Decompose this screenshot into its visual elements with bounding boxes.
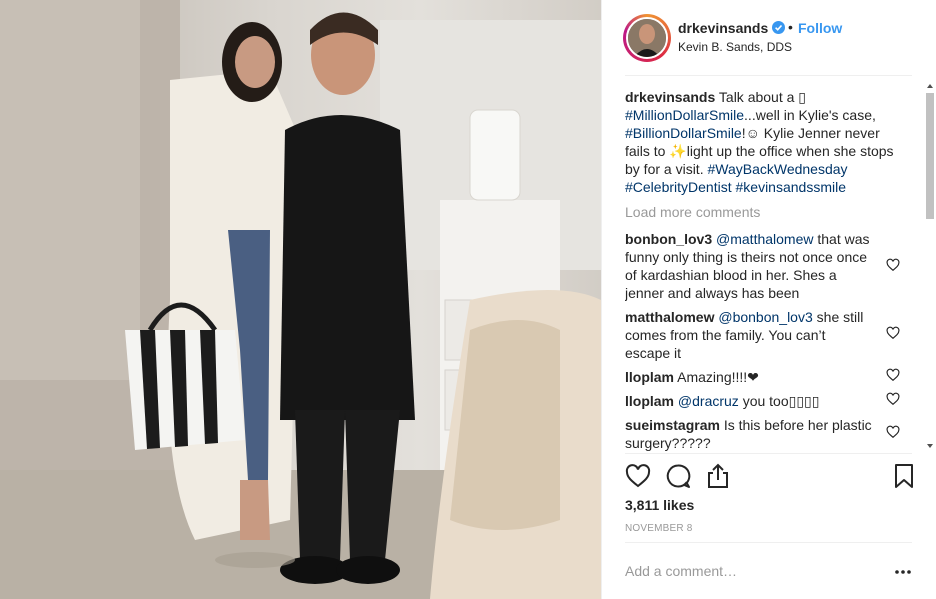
- scroll-up-arrow-icon[interactable]: [926, 82, 934, 90]
- more-options-icon[interactable]: [894, 565, 912, 579]
- hashtag-link[interactable]: #CelebrityDentist: [625, 179, 732, 195]
- comment-username[interactable]: bonbon_lov3: [625, 231, 712, 247]
- post-actions-bar: [624, 462, 916, 490]
- caption-username[interactable]: drkevinsands: [625, 89, 715, 105]
- comment-item: matthalomew @bonbon_lov3 she still comes…: [625, 308, 873, 362]
- bookmark-icon[interactable]: [890, 462, 918, 490]
- comment-text: Amazing!!!!❤: [674, 369, 759, 385]
- comment-like-heart-icon[interactable]: [886, 368, 900, 382]
- comment-item: lloplam Amazing!!!!❤: [625, 368, 873, 386]
- comment-item: lloplam @dracruz you too▯▯▯▯: [625, 392, 873, 410]
- scrollbar-thumb[interactable]: [926, 93, 934, 219]
- likes-count[interactable]: 3,811 likes: [625, 497, 694, 513]
- post-author-fullname: Kevin B. Sands, DDS: [678, 40, 793, 54]
- hashtag-link[interactable]: #MillionDollarSmile: [625, 107, 744, 123]
- comment-mention[interactable]: @matthalomew: [716, 231, 813, 247]
- hashtag-link[interactable]: #kevinsandssmile: [736, 179, 847, 195]
- comment-like-heart-icon[interactable]: [886, 258, 900, 272]
- comments-list[interactable]: drkevinsands Talk about a ▯ #MillionDolla…: [625, 88, 925, 452]
- avatar[interactable]: [626, 17, 668, 59]
- heart-icon[interactable]: [624, 462, 652, 490]
- comment-box-divider: [625, 542, 912, 543]
- header-separator: •: [788, 19, 793, 35]
- hashtag-link[interactable]: #WayBackWednesday: [707, 161, 847, 177]
- comments-scrollbar[interactable]: [924, 80, 936, 452]
- comment-username[interactable]: lloplam: [625, 369, 674, 385]
- post-photo[interactable]: [0, 0, 601, 599]
- post-header: drkevinsands • Follow Kevin B. Sands, DD…: [602, 0, 936, 76]
- comment-like-heart-icon[interactable]: [886, 326, 900, 340]
- comment-username[interactable]: lloplam: [625, 393, 674, 409]
- scroll-down-arrow-icon[interactable]: [926, 442, 934, 450]
- comment-username[interactable]: sueimstagram: [625, 417, 720, 433]
- header-divider: [625, 75, 912, 76]
- load-more-comments-button[interactable]: Load more comments: [625, 204, 760, 220]
- post-caption: drkevinsands Talk about a ▯ #MillionDolla…: [625, 89, 894, 195]
- comment-mention[interactable]: @bonbon_lov3: [718, 309, 812, 325]
- comment-item: bonbon_lov3 @matthalomew that was funny …: [625, 230, 873, 302]
- comment-icon[interactable]: [664, 462, 692, 490]
- comment-text: you too▯▯▯▯: [738, 393, 820, 409]
- post-side-panel: drkevinsands • Follow Kevin B. Sands, DD…: [601, 0, 936, 599]
- hashtag-link[interactable]: #BillionDollarSmile: [625, 125, 742, 141]
- photo-illustration: [0, 0, 601, 599]
- comment-like-heart-icon[interactable]: [886, 425, 900, 439]
- post-date[interactable]: NOVEMBER 8: [625, 523, 693, 534]
- actions-divider: [625, 453, 912, 454]
- follow-button[interactable]: Follow: [798, 20, 842, 36]
- comment-item: sueimstagram Is this before her plastic …: [625, 416, 873, 452]
- verified-badge-icon: [772, 21, 785, 34]
- share-icon[interactable]: [704, 462, 732, 490]
- comment-username[interactable]: matthalomew: [625, 309, 714, 325]
- comment-mention[interactable]: @dracruz: [678, 393, 739, 409]
- post-author-username[interactable]: drkevinsands: [678, 20, 768, 36]
- comment-like-heart-icon[interactable]: [886, 392, 900, 406]
- avatar-ring[interactable]: [623, 14, 671, 62]
- add-comment-input[interactable]: Add a comment…: [625, 563, 875, 579]
